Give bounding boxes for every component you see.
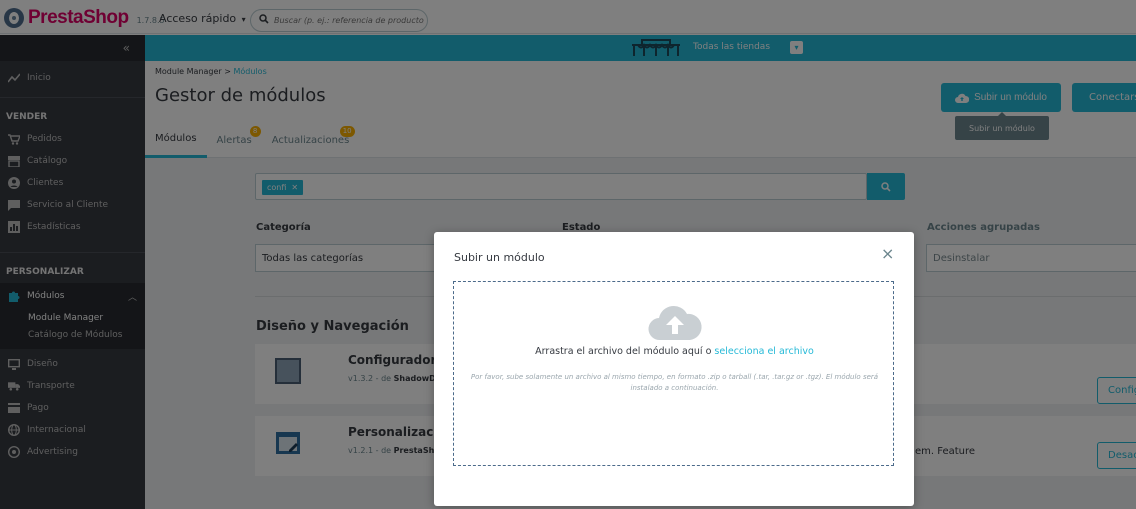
file-dropzone[interactable]: Arrastra el archivo del módulo aquí o se… [453,281,894,466]
dropzone-text: Arrastra el archivo del módulo aquí o se… [454,346,895,357]
modal-title: Subir un módulo [454,251,545,264]
select-file-link[interactable]: selecciona el archivo [714,346,813,357]
drop-instruction: Arrastra el archivo del módulo aquí o [535,346,712,357]
cloud-upload-icon [648,305,702,341]
close-icon[interactable]: × [881,246,894,262]
upload-hint: Por favor, sube solamente un archivo al … [470,373,879,392]
upload-module-modal: Subir un módulo × Arrastra el archivo de… [434,232,914,506]
